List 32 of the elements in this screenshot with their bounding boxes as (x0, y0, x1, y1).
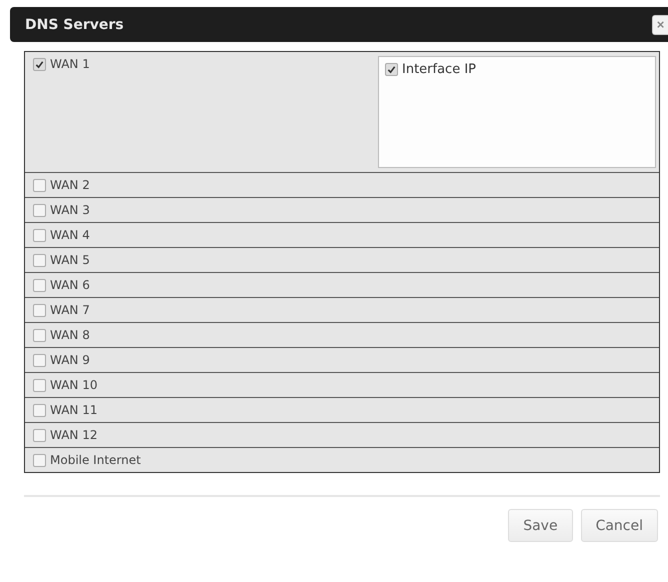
checkbox-label: WAN 1 (50, 57, 90, 71)
checkbox-label: WAN 11 (50, 403, 98, 417)
checkbox-label: WAN 7 (50, 303, 90, 317)
checkbox[interactable] (33, 328, 46, 342)
checkbox[interactable] (33, 178, 46, 192)
close-button[interactable]: × (652, 14, 668, 34)
checkbox-label: Mobile Internet (50, 453, 141, 467)
checkbox-label: WAN 5 (50, 253, 90, 267)
checkbox[interactable] (33, 204, 46, 216)
checkbox-label: WAN 4 (50, 228, 90, 242)
checkbox-label: WAN 10 (50, 378, 98, 392)
checkbox[interactable] (33, 354, 46, 366)
checkbox[interactable] (33, 304, 46, 316)
checkbox-label: Interface IP (402, 62, 476, 76)
checkbox-label: WAN 2 (50, 178, 90, 192)
checkbox[interactable] (33, 404, 46, 416)
checkbox[interactable] (33, 254, 46, 266)
checkbox-label: WAN 3 (50, 203, 90, 217)
dialog-button[interactable]: Cancel (580, 509, 658, 542)
checkbox[interactable] (33, 454, 46, 466)
checkbox[interactable] (33, 58, 46, 70)
checkbox[interactable] (33, 428, 46, 442)
checkbox-label: WAN 9 (50, 353, 90, 367)
dialog-title: DNS Servers (25, 16, 124, 32)
checkbox[interactable] (33, 228, 46, 242)
checkbox[interactable] (385, 62, 398, 76)
dialog-button[interactable]: Save (508, 509, 573, 542)
checkbox[interactable] (33, 378, 46, 392)
checkbox[interactable] (33, 278, 46, 292)
checkbox-label: WAN 12 (50, 428, 98, 442)
checkbox-label: WAN 6 (50, 278, 90, 292)
checkbox-label: WAN 8 (50, 328, 90, 342)
